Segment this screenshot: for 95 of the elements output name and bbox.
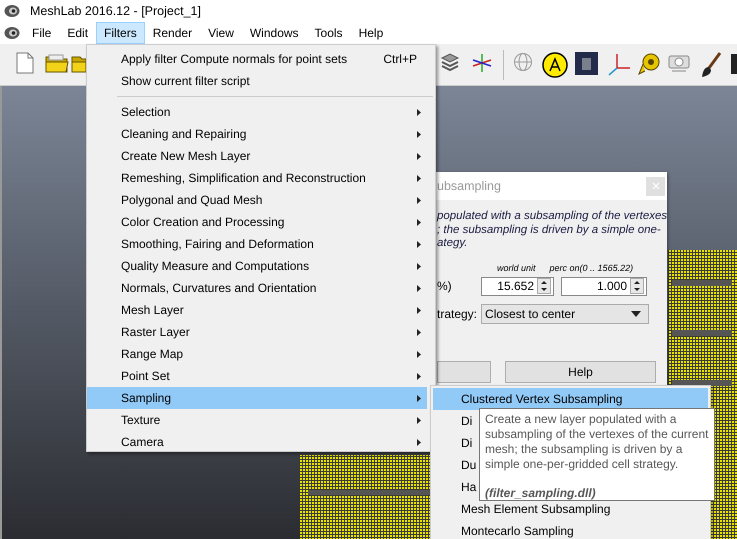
spin-arrows-icon[interactable]	[537, 278, 551, 294]
description-text: populated with a subsampling of the vertexes	[437, 210, 667, 224]
strategy-label: trategy:	[437, 306, 478, 320]
menu-item[interactable]: Color Creation and Processing	[87, 211, 427, 233]
layers-icon[interactable]	[440, 52, 460, 72]
menu-item-label: Remeshing, Simplification and Reconstruction	[121, 171, 366, 185]
menu-item[interactable]: Range Map	[87, 343, 427, 365]
menu-item-label: Create New Mesh Layer	[121, 149, 250, 163]
menu-item[interactable]: Tools	[306, 22, 351, 44]
menu-item-label: Cleaning and Repairing	[121, 127, 246, 141]
spin-field[interactable]: 15.652	[481, 276, 554, 296]
menu-item[interactable]: Montecarlo Sampling	[433, 520, 708, 539]
menu-item[interactable]: Smoothing, Fairing and Deformation	[87, 233, 427, 255]
tooltip-text: Create a new layer populated with a subsampling of the vertexes of the current mesh; the subsampling is driven by a simple one-per-gridded cell strategy.	[485, 412, 709, 472]
menu-item[interactable]: Point Set	[87, 365, 427, 387]
dropdown-arrow-icon	[631, 310, 642, 316]
axes-icon[interactable]	[607, 52, 631, 76]
tooltip-source: (filter_sampling.dll)	[485, 486, 597, 501]
close-icon	[652, 182, 660, 190]
toolbar-icon[interactable]	[730, 52, 737, 76]
menu-item-label: Point Set	[121, 369, 170, 383]
submenu-arrow-icon	[417, 130, 421, 138]
new-file-icon[interactable]	[16, 52, 34, 74]
submenu-arrow-icon	[417, 174, 421, 182]
menu-item-label: Show current filter script	[121, 74, 250, 88]
menu-item-label: Polygonal and Quad Mesh	[121, 193, 262, 207]
menu-item[interactable]: Sampling	[87, 387, 427, 409]
menu-item[interactable]: Camera	[87, 431, 427, 453]
shortcut-label: Ctrl+P	[383, 52, 417, 66]
submenu-arrow-icon	[417, 306, 421, 314]
menu-item[interactable]: Remeshing, Simplification and Reconstruction	[87, 167, 427, 189]
submenu-arrow-icon	[417, 196, 421, 204]
menu-item[interactable]: Help	[350, 22, 392, 44]
submenu-arrow-icon	[417, 262, 421, 270]
submenu-arrow-icon	[417, 328, 421, 336]
menu-item[interactable]: Render	[144, 22, 200, 44]
menu-item[interactable]: Cleaning and Repairing	[87, 123, 427, 145]
submenu-arrow-icon	[417, 240, 421, 248]
menu-item[interactable]: Filters	[96, 22, 145, 44]
menu-item-label: Sampling	[121, 391, 172, 405]
menu-item-label: Texture	[121, 413, 160, 427]
dialog-title: ubsampling	[437, 179, 501, 193]
menu-item-label: Selection	[121, 105, 170, 119]
strategy-dropdown[interactable]: Closest to center	[481, 304, 650, 324]
menu-item[interactable]: Polygonal and Quad Mesh	[87, 189, 427, 211]
submenu-arrow-icon	[417, 350, 421, 358]
menu-item[interactable]: Mesh Element Subsampling	[433, 498, 708, 520]
menu-item[interactable]: Windows	[242, 22, 307, 44]
measuring-tape-icon[interactable]	[637, 52, 661, 76]
menu-item-label: Mesh Layer	[121, 303, 184, 317]
app-logo-icon	[4, 4, 20, 18]
submenu-arrow-icon	[417, 372, 421, 380]
axes-icon[interactable]	[471, 52, 493, 74]
annotation-icon[interactable]	[542, 52, 568, 78]
menu-item-label: Camera	[121, 435, 164, 449]
spin-field[interactable]: 1.000	[561, 276, 647, 296]
menu-item-label: Raster Layer	[121, 325, 190, 339]
menu-item[interactable]: Clustered Vertex Subsampling	[433, 388, 708, 410]
folder-icon[interactable]	[45, 52, 69, 74]
menu-item[interactable]: Texture	[87, 409, 427, 431]
menu-item-label: Normals, Curvatures and Orientation	[121, 281, 316, 295]
menu-item[interactable]: Create New Mesh Layer	[87, 145, 427, 167]
menu-item[interactable]: Quality Measure and Computations	[87, 255, 427, 277]
menu-item[interactable]: Edit	[59, 22, 96, 44]
submenu-arrow-icon	[417, 394, 421, 402]
window-title: MeshLab 2016.12 - [Project_1]	[30, 4, 201, 18]
submenu-arrow-icon	[417, 438, 421, 446]
app-logo-icon[interactable]	[4, 26, 20, 40]
submenu-arrow-icon	[417, 284, 421, 292]
menu-item[interactable]: View	[200, 22, 242, 44]
submenu-arrow-icon	[417, 416, 421, 424]
texture-icon[interactable]	[575, 52, 598, 75]
parameter-label: %)	[437, 279, 453, 293]
help-button[interactable]: Help	[505, 360, 656, 382]
menu-item[interactable]: Normals, Curvatures and Orientation	[87, 277, 427, 299]
menu-item[interactable]: Mesh Layer	[87, 299, 427, 321]
menu-item[interactable]: File	[24, 22, 60, 44]
menu-item-label: Range Map	[121, 347, 184, 361]
submenu-arrow-icon	[417, 108, 421, 116]
menu-item[interactable]: Show current filter script	[87, 70, 427, 92]
submenu-arrow-icon	[417, 218, 421, 226]
column-label: world unit	[497, 262, 536, 272]
description-text: ategy.	[437, 237, 468, 250]
description-text: ; the subsampling is driven by a simple one-	[437, 224, 662, 237]
menu-item-label: Color Creation and Processing	[121, 215, 284, 229]
menu-item[interactable]: Raster Layer	[87, 321, 427, 343]
submenu-arrow-icon	[417, 152, 421, 160]
menu-item[interactable]: Apply filter Compute normals for point sets Ctrl+P	[87, 48, 427, 70]
menu-item[interactable]: Selection	[87, 101, 427, 123]
menu-item-label: Quality Measure and Computations	[121, 259, 310, 273]
column-label: perc on(0 .. 1565.22)	[550, 262, 634, 272]
menu-item-label: Smoothing, Fairing and Deformation	[121, 237, 314, 251]
spin-arrows-icon[interactable]	[630, 278, 644, 294]
menu-item-label: Apply filter Compute normals for point sets	[121, 52, 348, 66]
paintbrush-icon[interactable]	[700, 52, 722, 78]
